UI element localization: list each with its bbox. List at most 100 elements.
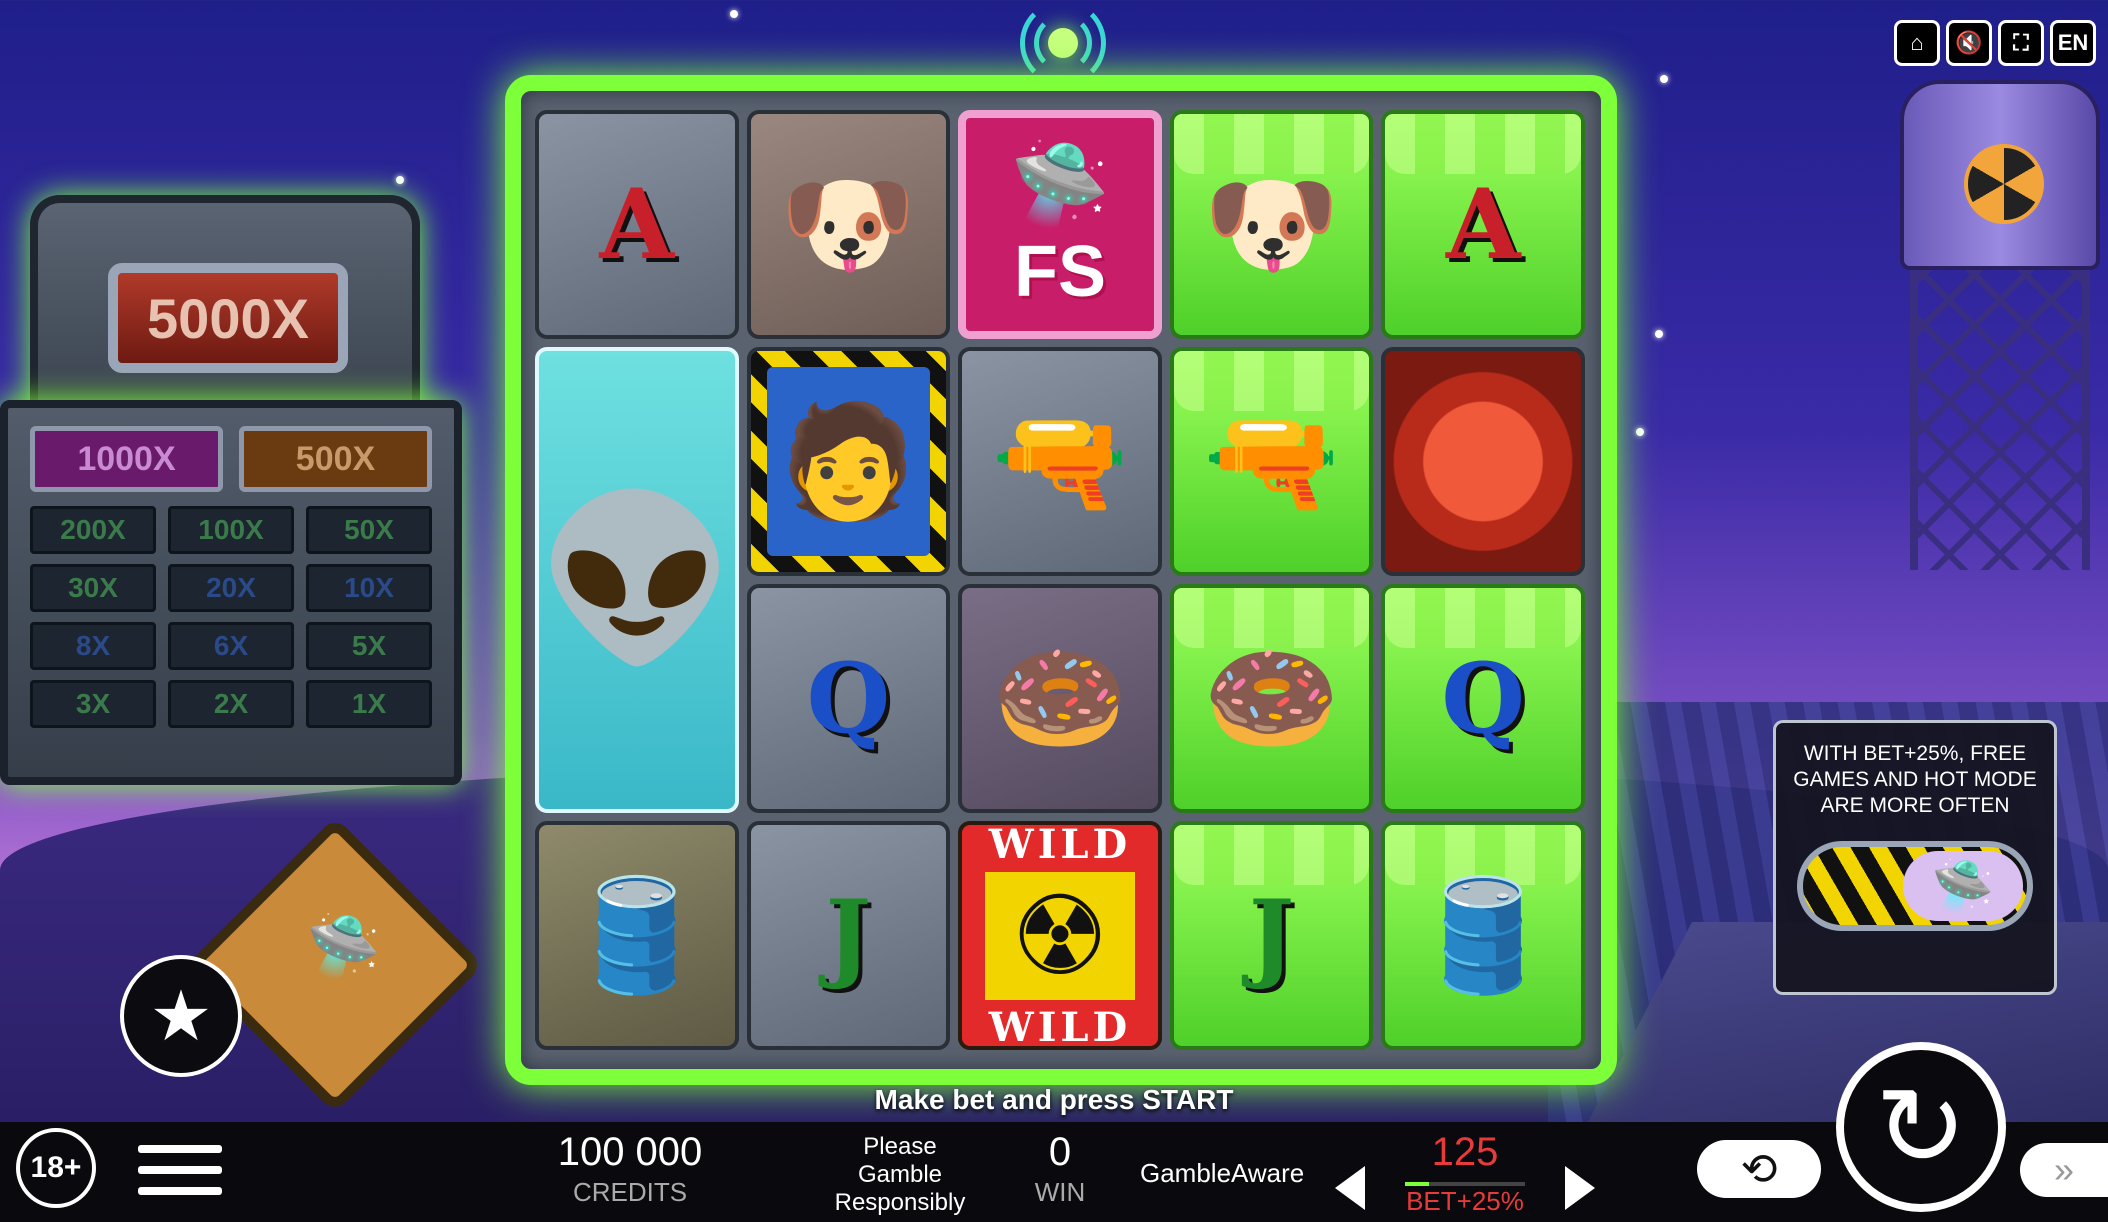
multiplier-cell: 50X [306,506,432,554]
win-value: 0 [1048,1130,1072,1174]
responsible-line: Responsibly [834,1189,966,1216]
water-tower [1880,60,2108,580]
wild-label: WILD [988,821,1132,868]
ufo-cow-icon: 🛸 [306,912,381,980]
multiplier-cell: 10X [306,564,432,612]
bet-boost-promo: WITH BET+25%, FREE GAMES AND HOT MODE AR… [1773,720,2057,995]
multiplier-500x: 500X [239,426,432,492]
letter-a: A [599,168,675,281]
wild-label: WILD [988,1003,1132,1050]
credits-value: 100 000 [557,1130,703,1174]
multiplier-cell: 2X [168,680,294,728]
toxic-barrel-icon: 🛢️ [568,874,706,997]
star [730,10,738,18]
reel-symbol-a: A [1381,110,1585,339]
reel-symbol-j: J [1169,821,1374,1050]
reel-grid: A 🐶 🛸 FS 🐶 A 🧑 🔫 👽 🔫 Q 🍩 🍩 Q 🛢️ J WILD ☢… [535,110,1585,1050]
tower-tank [1900,80,2100,270]
ray-gun-icon: 🔫 [991,400,1129,523]
win-label: WIN [1034,1177,1086,1207]
multiplier-cell: 6X [168,622,294,670]
menu-icon[interactable] [138,1145,222,1195]
reel-symbol-free-spins: 🛸 FS [958,110,1162,339]
responsible-line: Gamble [857,1161,943,1188]
multiplier-top-panel: 5000X [30,195,420,425]
multiplier-5000x: 5000X [108,263,348,373]
age-badge: 18+ [16,1128,96,1208]
multiplier-1000x: 1000X [30,426,223,492]
reel-symbol-barrel: 🛢️ [535,821,739,1050]
reel-symbol-q: Q [746,584,951,813]
star [1636,428,1644,436]
toxic-barrel-icon: 🛢️ [1414,874,1552,997]
status-prompt: Make bet and press START [874,1084,1234,1115]
win-display: 0 WIN [1020,1130,1100,1208]
bet-boost-toggle[interactable]: 🛸 [1797,841,2033,931]
autoplay-icon: ⟲ [1740,1144,1778,1194]
responsible-line: Please [863,1133,937,1160]
favorite-star-button[interactable]: ★ [120,955,242,1077]
star [396,176,404,184]
tower-legs [1910,270,2090,570]
bet-value: 125 [1431,1130,1499,1174]
bet-label: BET+25% [1406,1186,1524,1216]
multiplier-cell: 8X [30,622,156,670]
letter-a: A [1445,168,1521,281]
ufo-icon: 🛸 [1010,138,1110,228]
responsible-gambling-text: Please Gamble Responsibly [820,1133,980,1217]
reel-symbol-a: A [535,110,739,339]
reel-symbol-ray-gun: 🔫 [958,347,1162,576]
radiation-icon [1964,144,2044,224]
reel-symbol-j: J [746,821,951,1050]
spin-button[interactable]: ↻ [1836,1042,2006,1212]
bet-increase-button[interactable] [1565,1166,1595,1210]
letter-q: Q [806,642,891,755]
donut-icon: 🍩 [1203,637,1341,760]
donut-icon: 🍩 [991,637,1129,760]
reel-symbol-pug: 🐶 [1169,110,1374,339]
language-button[interactable]: EN [2050,20,2096,66]
reel-symbol-donut: 🍩 [958,584,1162,813]
reel-symbol-q: Q [1381,584,1585,813]
multiplier-grid: 200X 100X 50X 30X 20X 10X 8X 6X 5X 3X 2X… [30,506,432,728]
alien-octopus-icon: 👽 [537,488,737,668]
top-controls: ⌂ 🔇 ⛶ EN [1894,20,2096,66]
multiplier-cell: 20X [168,564,294,612]
fullscreen-icon[interactable]: ⛶ [1998,20,2044,66]
sound-muted-icon[interactable]: 🔇 [1946,20,1992,66]
multiplier-cell: 5X [306,622,432,670]
promo-text: WITH BET+25%, FREE GAMES AND HOT MODE AR… [1793,742,2037,817]
multiplier-cell: 100X [168,506,294,554]
bet-decrease-button[interactable] [1335,1166,1365,1210]
farmer-icon: 🧑 [779,400,917,523]
radiation-icon: ☢ [984,871,1135,1000]
bet-selector: 125 BET+25% [1335,1130,1595,1220]
reel-symbol-alien: 👽 [535,347,739,813]
reel-symbol-wild: WILD ☢ WILD [958,821,1162,1050]
multiplier-cell: 30X [30,564,156,612]
reel-symbol-portal [1381,347,1585,576]
reel-symbol-farmer: 🧑 [746,347,951,576]
reel-symbol-pug: 🐶 [746,110,951,339]
credits-display: 100 000 CREDITS [540,1130,720,1208]
star [1660,75,1668,83]
multiplier-ladder: 1000X 500X 200X 100X 50X 30X 20X 10X 8X … [0,400,462,785]
turbo-button[interactable]: » [2020,1143,2108,1197]
credits-label: CREDITS [572,1177,688,1207]
letter-j: J [825,879,872,992]
gamble-aware-link[interactable]: GambleAware [1140,1158,1304,1189]
spin-icon: ↻ [1874,1066,1968,1189]
multiplier-cell: 3X [30,680,156,728]
pug-icon: 🐶 [1203,163,1341,286]
reel-symbol-barrel: 🛢️ [1381,821,1585,1050]
autoplay-button[interactable]: ⟲ [1697,1140,1821,1198]
reel-symbol-donut: 🍩 [1169,584,1374,813]
home-icon[interactable]: ⌂ [1894,20,1940,66]
multiplier-cell: 200X [30,506,156,554]
star [1655,330,1663,338]
letter-q: Q [1441,642,1525,755]
star-icon: ★ [149,977,213,1055]
ray-gun-icon: 🔫 [1203,400,1341,523]
pug-icon: 🐶 [779,163,917,286]
fast-forward-icon: » [2053,1149,2075,1190]
